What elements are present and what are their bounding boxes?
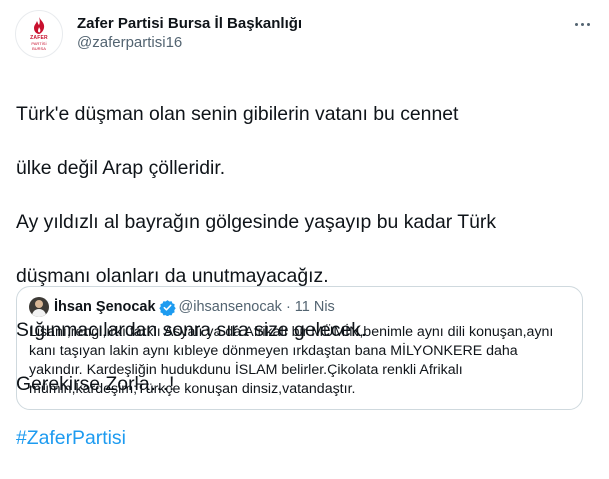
quoted-tweet[interactable]: İhsan Şenocak @ihsansenocak · 11 Nis Lis… <box>16 286 583 410</box>
logo-city: BURSA <box>32 46 46 51</box>
separator-dot: · <box>285 299 291 315</box>
quoted-tweet-header: İhsan Şenocak @ihsansenocak · 11 Nis <box>29 297 335 317</box>
tweet-line: Ay yıldızlı al bayrağın gölgesinde yaşay… <box>16 211 497 233</box>
quoted-author-handle[interactable]: @ihsansenocak <box>179 299 282 315</box>
author-avatar[interactable]: ZAFER PARTİSİ BURSA <box>15 10 63 58</box>
flame-logo-icon <box>34 17 45 34</box>
author-display-name[interactable]: Zafer Partisi Bursa İl Başkanlığı <box>77 14 302 33</box>
tweet-body: Türk'e düşman olan senin gibilerin vatan… <box>16 74 596 479</box>
quoted-author-name[interactable]: İhsan Şenocak <box>54 299 156 315</box>
author-names: Zafer Partisi Bursa İl Başkanlığı @zafer… <box>77 14 302 53</box>
verified-badge-icon <box>158 299 176 316</box>
quoted-tweet-date[interactable]: 11 Nis <box>295 299 335 315</box>
hashtag-link[interactable]: #ZaferPartisi <box>16 425 596 452</box>
more-options-icon[interactable] <box>570 14 594 34</box>
tweet-header: ZAFER PARTİSİ BURSA Zafer Partisi Bursa … <box>15 8 600 62</box>
quoted-author-avatar[interactable] <box>29 297 49 317</box>
author-handle[interactable]: @zaferpartisi16 <box>77 33 302 53</box>
tweet-line: Türk'e düşman olan senin gibilerin vatan… <box>16 103 459 125</box>
quoted-tweet-text: Lisanı,rengi,ırkı farklı Asyalı ya da Af… <box>29 324 554 397</box>
tweet-line: ülke değil Arap çölleridir. <box>16 157 226 179</box>
